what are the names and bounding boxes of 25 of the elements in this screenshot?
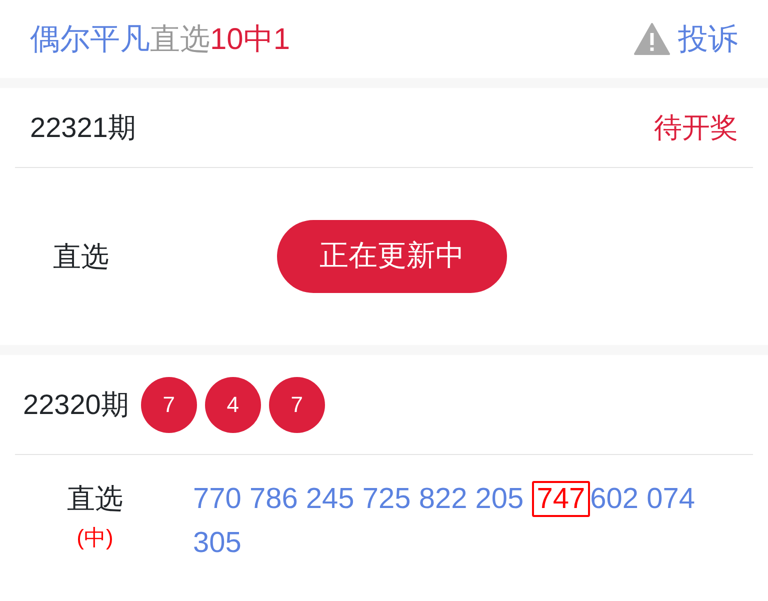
period-label: 22320期	[23, 388, 129, 422]
title-text: 10中1	[210, 22, 290, 58]
number-ball: 7	[140, 376, 197, 432]
number-ball: 7	[268, 376, 325, 432]
result-label: (中)	[76, 524, 114, 552]
pick-number: 602	[590, 483, 638, 515]
pick-number: 770	[193, 483, 242, 515]
play-type-label: 直选	[53, 240, 110, 274]
report-link[interactable]: 投诉	[678, 16, 738, 62]
pick-number: 245	[306, 483, 354, 515]
play-type-label: 直选	[67, 482, 123, 516]
title-text: 直选	[150, 22, 210, 58]
pick-number: 205	[475, 483, 524, 515]
status-label: 待开奖	[654, 110, 738, 144]
period-label: 22321期	[30, 110, 136, 144]
pick-number: 305	[193, 527, 242, 559]
number-ball: 4	[204, 376, 261, 432]
title-text: 偶尔平凡	[30, 22, 150, 58]
pick-number: 074	[646, 483, 695, 515]
pick-number: 725	[362, 483, 411, 515]
updating-button[interactable]: 正在更新中	[277, 220, 507, 293]
winning-number: 747	[532, 481, 590, 517]
warning-icon	[634, 23, 670, 55]
pick-number: 786	[249, 483, 298, 515]
pick-number: 822	[418, 483, 468, 515]
